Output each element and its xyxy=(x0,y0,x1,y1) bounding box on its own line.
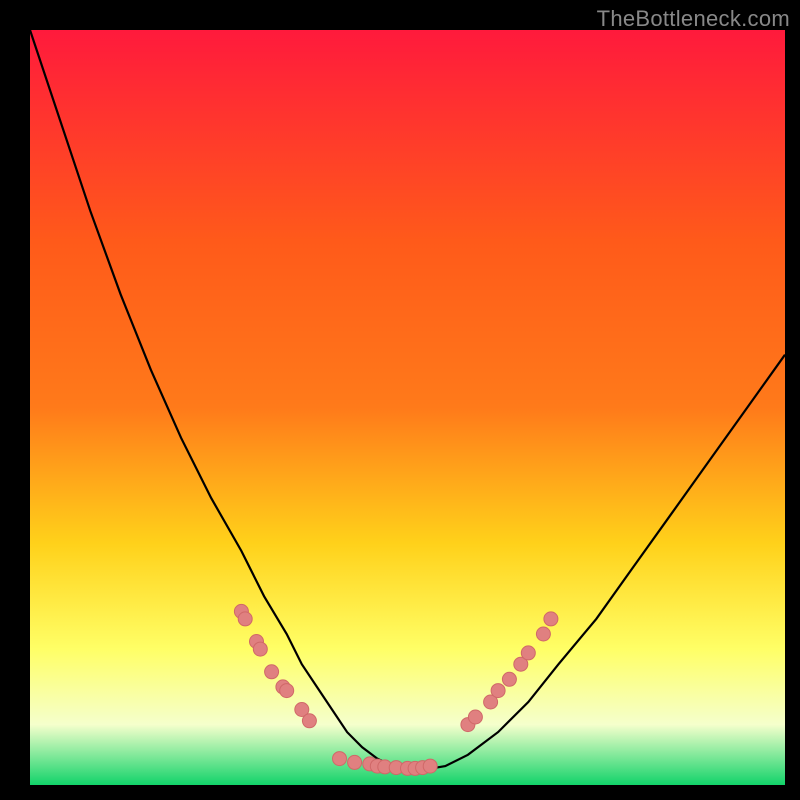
data-point xyxy=(502,672,516,686)
chart-canvas xyxy=(30,30,785,785)
data-point xyxy=(253,642,267,656)
data-point xyxy=(238,612,252,626)
data-point xyxy=(423,759,437,773)
data-point xyxy=(348,755,362,769)
chart-container: TheBottleneck.com xyxy=(0,0,800,800)
data-point xyxy=(265,665,279,679)
data-point xyxy=(333,752,347,766)
plot-background xyxy=(30,30,785,785)
data-point xyxy=(536,627,550,641)
data-point xyxy=(468,710,482,724)
data-point xyxy=(280,684,294,698)
data-point xyxy=(544,612,558,626)
data-point xyxy=(491,684,505,698)
plot-frame xyxy=(30,30,785,785)
data-point xyxy=(302,714,316,728)
watermark-label: TheBottleneck.com xyxy=(597,6,790,32)
data-point xyxy=(521,646,535,660)
